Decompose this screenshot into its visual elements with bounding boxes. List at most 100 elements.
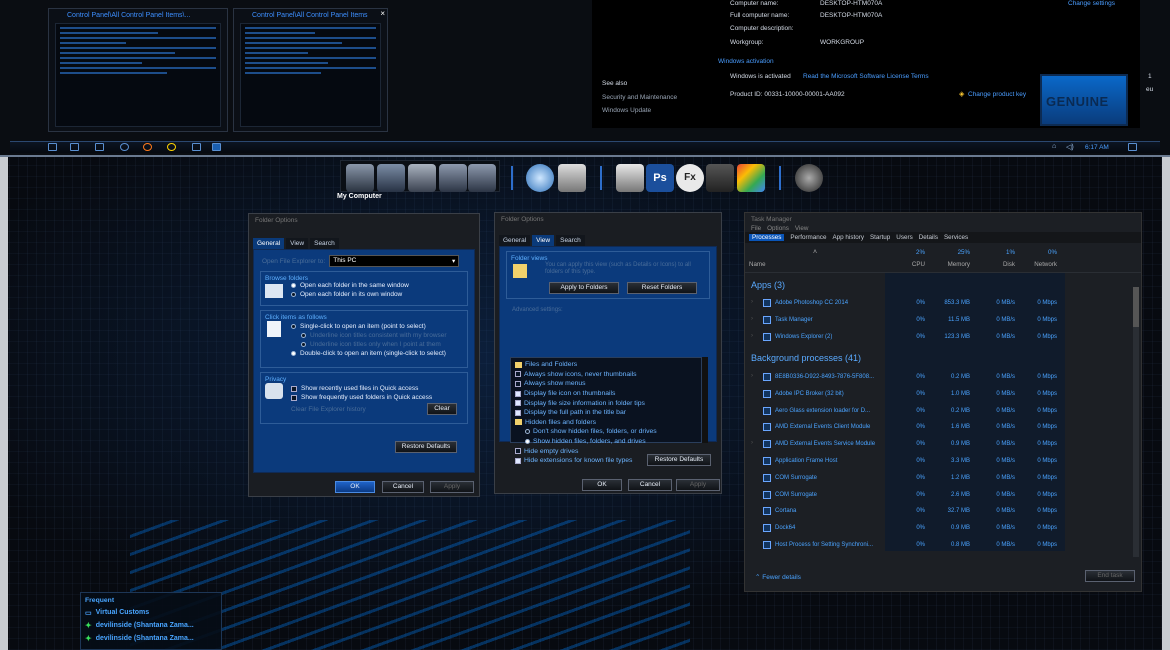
advanced-setting-item[interactable]: Display the full path in the title bar: [515, 408, 697, 418]
col-disk[interactable]: Disk: [985, 261, 1015, 268]
checkbox-option[interactable]: Show recently used files in Quick access: [291, 385, 463, 392]
clear-button[interactable]: Clear: [427, 403, 457, 415]
process-row[interactable]: COM Surrogate 0% 1.2 MB 0 MB/s 0 Mbps: [745, 470, 1129, 487]
taskbar-clock[interactable]: 6:17 AM: [1085, 144, 1109, 151]
list-item[interactable]: ✦ devilinside (Shantana Zama...: [81, 619, 221, 632]
tab-performance[interactable]: Performance: [790, 234, 826, 241]
photoshop-taskbar-icon[interactable]: [192, 143, 201, 151]
process-row[interactable]: Adobe IPC Broker (32 bit) 0% 1.0 MB 0 MB/s 0…: [745, 386, 1129, 403]
license-link[interactable]: Read the Microsoft Software License Term…: [803, 73, 929, 80]
tab-search[interactable]: Search: [556, 235, 585, 246]
browser-icon[interactable]: [737, 164, 765, 192]
process-row[interactable]: › Task Manager 0% 11.5 MB 0 MB/s 0 Mbps: [745, 312, 1129, 329]
process-row[interactable]: AMD External Events Client Module 0% 1.6 M…: [745, 419, 1129, 436]
fx-icon[interactable]: Fx: [676, 164, 704, 192]
tab-search[interactable]: Search: [310, 238, 339, 249]
col-cpu[interactable]: CPU: [895, 261, 925, 268]
radio-option[interactable]: Open each folder in its own window: [291, 291, 463, 298]
advanced-setting-item[interactable]: Display file size information in folder …: [515, 398, 697, 408]
tab-view[interactable]: View: [532, 235, 555, 246]
radio-button[interactable]: [525, 429, 530, 435]
tab-app-history[interactable]: App history: [832, 234, 864, 241]
process-row[interactable]: Dock64 0% 0.9 MB 0 MB/s 0 Mbps: [745, 520, 1129, 537]
expand-icon[interactable]: ›: [751, 316, 753, 322]
open-to-dropdown[interactable]: This PC ▾: [329, 255, 460, 267]
radio-option[interactable]: Double-click to open an item (single-cli…: [291, 350, 463, 357]
process-row[interactable]: COM Surrogate 0% 2.6 MB 0 MB/s 0 Mbps: [745, 487, 1129, 504]
radio-option[interactable]: Single-click to open an item (point to s…: [291, 323, 463, 330]
close-icon[interactable]: ×: [380, 9, 385, 18]
fewer-details-link[interactable]: ⌃ Fewer details: [755, 573, 801, 581]
recycle-bin-icon[interactable]: [408, 164, 436, 192]
documents-icon[interactable]: [377, 164, 405, 192]
ok-button[interactable]: OK: [335, 481, 375, 493]
restore-defaults-button[interactable]: Restore Defaults: [395, 441, 457, 453]
advanced-setting-item[interactable]: Files and Folders: [515, 360, 697, 370]
advanced-setting-item[interactable]: Show hidden files, folders, and drives: [515, 437, 697, 447]
app-icon[interactable]: [706, 164, 734, 192]
col-name[interactable]: Name: [749, 261, 766, 268]
taskview-thumbnail-2[interactable]: Control Panel\All Control Panel Items ×: [233, 8, 388, 132]
expand-icon[interactable]: ›: [751, 333, 753, 339]
process-row[interactable]: Cortana 0% 32.7 MB 0 MB/s 0 Mbps: [745, 503, 1129, 520]
scrollbar[interactable]: [702, 357, 708, 443]
cancel-button[interactable]: Cancel: [382, 481, 424, 493]
tab-general[interactable]: General: [253, 238, 285, 249]
tools-icon[interactable]: [616, 164, 644, 192]
see-also-link[interactable]: Security and Maintenance: [602, 94, 677, 101]
advanced-setting-item[interactable]: Always show menus: [515, 379, 697, 389]
radio-option[interactable]: Open each folder in the same window: [291, 282, 463, 289]
menu-options[interactable]: Options: [767, 225, 789, 232]
my-computer-icon[interactable]: [346, 164, 374, 192]
process-row[interactable]: Aero Glass extension loader for D... 0% 0.…: [745, 403, 1129, 420]
reset-folders-button[interactable]: Reset Folders: [627, 282, 697, 294]
tab-processes[interactable]: Processes: [749, 234, 785, 241]
radio-button[interactable]: [525, 439, 530, 445]
process-row[interactable]: › AMD External Events Service Module 0% 0.9…: [745, 436, 1129, 453]
chrome-icon[interactable]: [167, 143, 176, 151]
advanced-setting-item[interactable]: Hidden files and folders: [515, 418, 697, 428]
checkbox[interactable]: [515, 409, 521, 416]
settings-folder-icon[interactable]: [468, 164, 496, 192]
firefox-icon[interactable]: [143, 143, 152, 151]
advanced-settings-list[interactable]: Files and Folders Always show icons, neve…: [510, 357, 702, 464]
checkbox[interactable]: [515, 400, 521, 407]
network-folder-icon[interactable]: [439, 164, 467, 192]
tab-users[interactable]: Users: [896, 234, 912, 241]
notifications-icon[interactable]: [1128, 143, 1137, 151]
process-row[interactable]: Application Frame Host 0% 3.3 MB 0 MB/s 0 Mb…: [745, 453, 1129, 470]
menu-view[interactable]: View: [795, 225, 809, 232]
search-icon[interactable]: [48, 143, 57, 151]
checkbox[interactable]: [515, 380, 521, 387]
list-item[interactable]: ✦ devilinside (Shantana Zama...: [81, 632, 221, 645]
expand-icon[interactable]: ›: [751, 299, 753, 305]
tab-general[interactable]: General: [499, 235, 531, 246]
checkbox[interactable]: [515, 371, 521, 378]
col-memory[interactable]: Memory: [940, 261, 970, 268]
apply-button[interactable]: Apply: [430, 481, 474, 493]
control-panel-taskbar-icon[interactable]: [212, 143, 221, 151]
process-row[interactable]: › 8E8B0336-D922-8493-7876-5F808... 0% 0.2 M…: [745, 369, 1129, 386]
checkbox[interactable]: [515, 390, 521, 397]
tab-services[interactable]: Services: [944, 234, 968, 241]
advanced-setting-item[interactable]: Don't show hidden files, folders, or dri…: [515, 427, 697, 437]
process-row[interactable]: › Adobe Photoshop CC 2014 0% 853.3 MB 0 MB/s…: [745, 295, 1129, 312]
ok-button[interactable]: OK: [582, 479, 622, 491]
task-view-icon[interactable]: [70, 143, 79, 151]
tab-view[interactable]: View: [286, 238, 309, 249]
col-network[interactable]: Network: [1027, 261, 1057, 268]
checkbox[interactable]: [515, 448, 521, 455]
change-settings-link[interactable]: Change settings: [1068, 0, 1115, 7]
advanced-setting-item[interactable]: Display file icon on thumbnails: [515, 389, 697, 399]
change-product-key-link[interactable]: Change product key: [968, 91, 1026, 98]
store-icon[interactable]: [95, 143, 104, 151]
apply-button[interactable]: Apply: [676, 479, 720, 491]
list-item[interactable]: ▭ Virtual Customs: [81, 606, 221, 619]
restore-defaults-button[interactable]: Restore Defaults: [647, 454, 711, 466]
advanced-setting-item[interactable]: Always show icons, never thumbnails: [515, 370, 697, 380]
network-icon[interactable]: ⌂: [1052, 143, 1056, 150]
scrollbar[interactable]: [1133, 287, 1139, 557]
photoshop-icon[interactable]: Ps: [646, 164, 674, 192]
amd-icon[interactable]: [558, 164, 586, 192]
menu-file[interactable]: File: [751, 225, 761, 232]
